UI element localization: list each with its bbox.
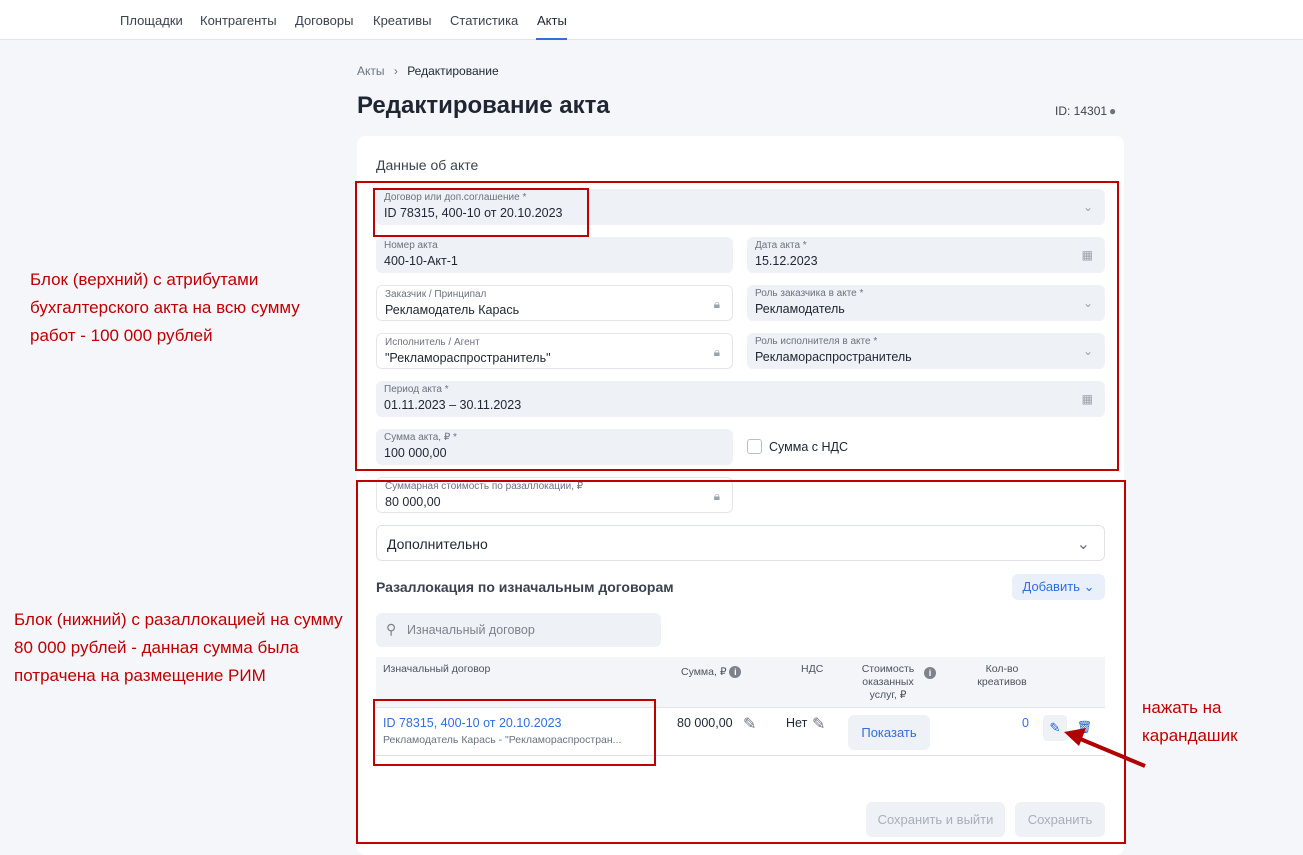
- annotation-arrow: [1064, 728, 1146, 768]
